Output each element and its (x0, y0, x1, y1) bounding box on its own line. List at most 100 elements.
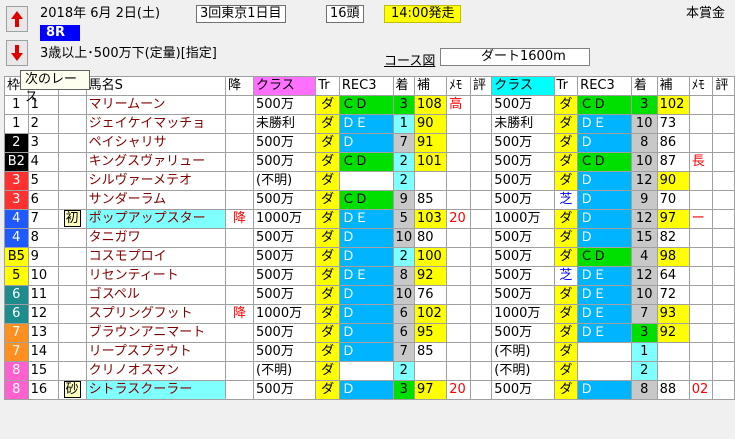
chaku-cell-2: 10 (630, 285, 658, 305)
table-row[interactable]: B2 4 キングスヴァリュー 500万ダ ＣＤ 2 101 500万ダ ＣＤ 10 87 長 (4, 152, 735, 172)
class-cell-2: 500万 (491, 380, 555, 400)
waku-cell: 4 (4, 209, 29, 229)
memo-cell (446, 361, 471, 381)
waku-cell: 4 (4, 228, 29, 248)
prev-race-button[interactable] (6, 6, 28, 32)
chaku-cell: 8 (392, 266, 416, 286)
col-kou[interactable]: 降 (225, 76, 255, 96)
class-cell: (不明) (253, 361, 317, 381)
chaku-cell: 6 (392, 304, 416, 324)
kou-cell (225, 114, 255, 134)
ho-cell-2: 72 (656, 285, 690, 305)
ho-cell: 101 (414, 152, 448, 172)
col-chaku[interactable]: 着 (392, 76, 416, 96)
mark-cell (57, 133, 87, 153)
table-row[interactable]: 7 13 ブラウンアニマート 500万ダ Ｄ 6 95 500万ダ ＤＥ 3 92 (4, 323, 735, 343)
col-name[interactable]: 馬名S (85, 76, 227, 96)
waku-cell: B2 (4, 152, 29, 172)
hyo-cell (469, 152, 493, 172)
chaku-cell-2: 8 (630, 133, 658, 153)
col-memo-2[interactable]: ﾒﾓ (688, 76, 714, 96)
hyo-cell (469, 171, 493, 191)
hyo-cell (469, 209, 493, 229)
arrow-down-icon (11, 45, 23, 61)
track-cell: ダ (315, 95, 340, 115)
horse-name: ポップアップスター (85, 209, 227, 229)
table-row[interactable]: 4 7 初ポップアップスター降 1000万ダ ＤＥ 5 103 20 1000万ダ Ｄ 12 97 ー (4, 209, 735, 229)
rec-cell: ＤＥ (338, 209, 394, 229)
ho-cell-2: 73 (656, 114, 690, 134)
course-map-link[interactable]: コース図 (384, 50, 435, 69)
ho-cell (414, 171, 448, 191)
ho-cell-2: 102 (656, 95, 690, 115)
class-cell-2: 500万 (491, 171, 555, 191)
chaku-cell: 10 (392, 285, 416, 305)
col-tr[interactable]: Tr (315, 76, 340, 96)
col-rec[interactable]: REC3 (338, 76, 394, 96)
track-cell: ダ (315, 266, 340, 286)
table-row[interactable]: B5 9 コスモプロイ 500万ダ Ｄ 2 100 500万ダ ＣＤ 4 98 (4, 247, 735, 267)
hyo-cell (469, 133, 493, 153)
kou-cell: 降 (225, 304, 255, 324)
kou-cell (225, 247, 255, 267)
col-hyo[interactable]: 評 (469, 76, 493, 96)
mark-cell (57, 247, 87, 267)
runner-count: 16頭 (326, 5, 364, 23)
memo-cell-2 (688, 323, 714, 343)
col-rec-2[interactable]: REC3 (577, 76, 632, 96)
ho-cell: 108 (414, 95, 448, 115)
hyo-cell-2 (712, 380, 735, 400)
col-hyo-2[interactable]: 評 (712, 76, 735, 96)
umaban-cell: 15 (27, 361, 59, 381)
waku-cell: 7 (4, 323, 29, 343)
mark-cell (57, 114, 87, 134)
track-cell: ダ (315, 114, 340, 134)
hyo-cell (469, 114, 493, 134)
col-class[interactable]: クラス (253, 76, 317, 96)
col-class-2[interactable]: クラス (491, 76, 555, 96)
col-ho[interactable]: 補 (414, 76, 448, 96)
umaban-cell: 6 (27, 190, 59, 210)
class-cell: 500万 (253, 228, 317, 248)
table-row[interactable]: 6 12 スプリングフット降 1000万ダ Ｄ 6 102 1000万ダ ＤＥ 7 93 (4, 304, 735, 324)
class-cell-2: 500万 (491, 190, 555, 210)
class-cell-2: 500万 (491, 228, 555, 248)
class-cell: 500万 (253, 285, 317, 305)
table-row[interactable]: 1 2 ジェイケイマッチョ 未勝利ダ ＤＥ 1 90 未勝利ダ ＤＥ 10 73 (4, 114, 735, 134)
waku-cell: 7 (4, 342, 29, 362)
track-cell-2: 芝 (553, 266, 579, 286)
next-race-button[interactable] (6, 40, 28, 66)
memo-cell-2 (688, 171, 714, 191)
horse-name: スプリングフット (85, 304, 227, 324)
ho-cell-2: 98 (656, 247, 690, 267)
table-row[interactable]: 5 10 リセンティート 500万ダ ＤＥ 8 92 500万芝 ＤＥ 12 64 (4, 266, 735, 286)
col-tr-2[interactable]: Tr (553, 76, 579, 96)
col-ho-2[interactable]: 補 (656, 76, 690, 96)
table-row[interactable]: 7 14 リープスプラウト 500万ダ Ｄ 7 85 (不明) ダ 1 (4, 342, 735, 362)
class-cell-2: 未勝利 (491, 114, 555, 134)
track-cell-2: ダ (553, 171, 579, 191)
horse-name: ペイシャリサ (85, 133, 227, 153)
table-row[interactable]: 4 8 タニガワ 500万ダ Ｄ 10 80 500万ダ Ｄ 15 82 (4, 228, 735, 248)
mark-cell: 初 (57, 209, 87, 229)
ho-cell-2: 86 (656, 133, 690, 153)
hyo-cell (469, 266, 493, 286)
track-cell-2: ダ (553, 304, 579, 324)
col-chaku-2[interactable]: 着 (630, 76, 658, 96)
chaku-cell-2: 1 (630, 342, 658, 362)
ho-cell: 95 (414, 323, 448, 343)
table-row[interactable]: 3 6 サンダーラム 500万ダ ＣＤ 9 85 500万芝 Ｄ 9 70 (4, 190, 735, 210)
chaku-cell-2: 12 (630, 266, 658, 286)
table-row[interactable]: 8 15 クリノオスマン (不明) ダ 2 (不明) ダ 2 (4, 361, 735, 381)
rec-cell-2: ＣＤ (577, 95, 632, 115)
hyo-cell (469, 190, 493, 210)
col-memo[interactable]: ﾒﾓ (446, 76, 471, 96)
table-row[interactable]: 6 11 ゴスペル 500万ダ Ｄ 10 76 500万ダ ＤＥ 10 72 (4, 285, 735, 305)
table-row[interactable]: 11マリームーン500万ダＣＤ3108高500万ダＣＤ3102 (4, 95, 735, 115)
mark-cell: 砂 (57, 380, 87, 400)
table-row[interactable]: 2 3 ペイシャリサ 500万ダ Ｄ 7 91 500万ダ Ｄ 8 86 (4, 133, 735, 153)
mark-cell (57, 304, 87, 324)
chaku-cell-2: 4 (630, 247, 658, 267)
table-row[interactable]: 816砂シトラスクーラー500万ダＤ39720500万ダＤ88802 Z (4, 380, 735, 400)
table-row[interactable]: 3 5 シルヴァーメテオ (不明) ダ 2 500万ダ Ｄ 12 90 (4, 171, 735, 191)
